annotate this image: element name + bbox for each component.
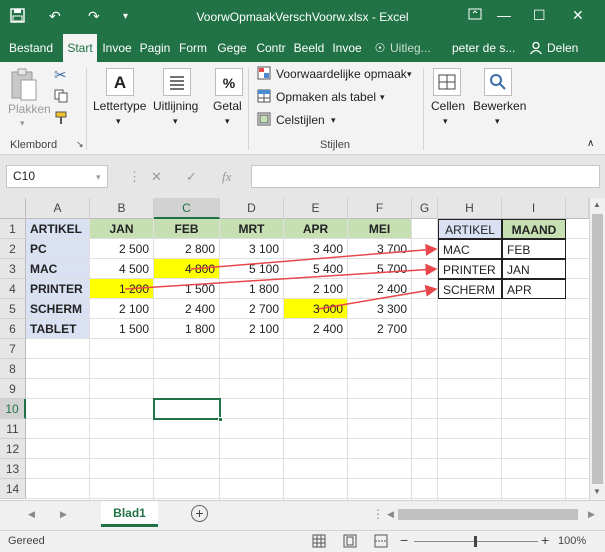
more-icon: ⋮ (372, 507, 384, 521)
worksheet-grid: A B C D E F G H I 1 2 3 4 5 6 7 8 9 10 1… (0, 198, 605, 500)
status-bar: Gereed − + 100% (0, 530, 605, 552)
alignment-button[interactable]: Uitlijning (153, 99, 198, 113)
page-layout-icon[interactable] (343, 534, 357, 551)
person-icon (528, 34, 544, 62)
cell-styles-button[interactable]: Celstijlen (276, 113, 325, 127)
user-name[interactable]: peter de s... (452, 34, 518, 62)
scroll-left-icon[interactable]: ◀ (387, 509, 394, 520)
chevron-down-icon[interactable]: ▾ (380, 92, 385, 103)
chevron-down-icon[interactable]: ▾ (331, 115, 336, 126)
status-text: Gereed (8, 535, 45, 547)
tab-bestand[interactable]: Bestand (3, 34, 59, 62)
format-painter-icon[interactable] (54, 111, 68, 128)
collapse-ribbon-icon[interactable]: ∧ (587, 138, 594, 149)
tab-controleren[interactable]: Contr (253, 34, 289, 62)
chevron-down-icon[interactable]: ▾ (20, 118, 25, 129)
horizontal-scroll-thumb[interactable] (398, 509, 578, 520)
tab-pagina-indeling[interactable]: Pagin (137, 34, 173, 62)
chevron-down-icon[interactable]: ▾ (116, 116, 121, 127)
minimize-icon[interactable]: — (497, 7, 511, 23)
ribbon-tabs: Bestand Start Invoe Pagin Form Gege Cont… (0, 34, 605, 62)
group-stijlen: Stijlen (320, 139, 350, 151)
scroll-up-icon[interactable]: ▲ (593, 200, 601, 209)
active-cell-selection[interactable] (153, 398, 223, 422)
paste-button[interactable]: Plakken (8, 102, 51, 116)
cells-button[interactable]: Cellen (431, 99, 465, 113)
chevron-down-icon[interactable]: ▾ (96, 172, 101, 183)
formula-bar-area: C10 ▾ ⋮ ✕ ✓ fx (0, 155, 605, 198)
chevron-down-icon[interactable]: ▾ (443, 116, 448, 127)
zoom-out-icon[interactable]: − (400, 532, 408, 548)
dialog-launcher-icon[interactable]: ↘ (76, 139, 84, 150)
copy-icon[interactable] (54, 89, 68, 106)
prev-sheet-icon[interactable]: ◀ (28, 509, 35, 520)
cut-icon[interactable]: ✂ (54, 66, 67, 84)
vertical-scrollbar[interactable]: ▲ ▼ (589, 198, 605, 500)
ribbon-divider (86, 68, 87, 150)
add-sheet-icon[interactable]: + (191, 505, 208, 522)
paste-icon[interactable] (10, 68, 38, 105)
trace-arrow (190, 243, 438, 270)
tab-beeld[interactable]: Beeld (291, 34, 327, 62)
formula-input[interactable] (251, 165, 600, 188)
trace-arrow (317, 284, 438, 310)
format-table-icon (257, 89, 271, 106)
zoom-level[interactable]: 100% (558, 535, 586, 547)
cell-styles-icon (257, 112, 271, 129)
scroll-thumb[interactable] (592, 214, 603, 484)
share-button[interactable]: Delen (547, 34, 587, 62)
zoom-slider-thumb[interactable] (474, 536, 477, 547)
window-title: VoorwOpmaakVerschVoorw.xlsx - Excel (196, 10, 409, 24)
tab-start[interactable]: Start (63, 34, 97, 62)
lightbulb-icon: ☉ (374, 41, 386, 55)
editing-button[interactable]: Bewerken (473, 99, 526, 113)
chevron-down-icon[interactable]: ▾ (225, 116, 230, 127)
tab-gegevens[interactable]: Gege (214, 34, 250, 62)
cancel-icon[interactable]: ✕ (151, 169, 162, 185)
restore-icon[interactable]: ☐ (533, 7, 546, 24)
trace-arrows (124, 243, 438, 310)
ribbon-divider (423, 68, 424, 150)
scroll-down-icon[interactable]: ▼ (593, 487, 601, 496)
conditional-format-icon (257, 66, 271, 83)
name-box[interactable]: C10 (6, 165, 108, 188)
more-icon: ⋮ (128, 169, 141, 184)
number-button[interactable]: Getal (213, 99, 242, 113)
align-icon[interactable] (163, 68, 191, 96)
scroll-right-icon[interactable]: ▶ (588, 509, 595, 520)
page-break-icon[interactable] (374, 534, 388, 551)
ribbon-display-icon[interactable] (468, 7, 482, 24)
format-as-table-button[interactable]: Opmaken als tabel (276, 90, 376, 104)
chevron-down-icon[interactable]: ▾ (173, 116, 178, 127)
conditional-formatting-button[interactable]: Voorwaardelijke opmaak (276, 67, 407, 81)
tab-formules[interactable]: Form (175, 34, 211, 62)
percent-icon[interactable]: % (215, 68, 243, 96)
chevron-down-icon[interactable]: ▾ (407, 69, 412, 80)
cells-icon[interactable] (433, 68, 461, 96)
sheet-tab-bar: ◀ ▶ Blad1 + ⋮ ◀ ▶ (0, 500, 605, 530)
next-sheet-icon[interactable]: ▶ (60, 509, 67, 520)
title-bar: ↶ ↷ ▾ VoorwOpmaakVerschVoorw.xlsx - Exce… (0, 0, 605, 34)
ribbon: Plakken ▾ ✂ Klembord ↘ A Lettertype ▾ Ui… (0, 62, 605, 155)
tab-invoegen[interactable]: Invoe (100, 34, 134, 62)
ribbon-divider (248, 68, 249, 150)
trace-arrow (124, 263, 438, 290)
chevron-down-icon[interactable]: ▾ (495, 116, 500, 127)
close-icon[interactable]: ✕ (572, 7, 584, 24)
font-button[interactable]: Lettertype (93, 99, 146, 113)
group-klembord: Klembord (10, 139, 58, 151)
zoom-in-icon[interactable]: + (541, 532, 549, 548)
search-icon[interactable] (484, 68, 512, 96)
confirm-icon[interactable]: ✓ (186, 169, 197, 185)
zoom-slider[interactable] (414, 536, 538, 547)
sheet-tab-blad1[interactable]: Blad1 (101, 501, 158, 527)
font-icon[interactable]: A (106, 68, 134, 96)
normal-view-icon[interactable] (312, 534, 326, 551)
fill-handle[interactable] (218, 417, 223, 422)
tell-me-box[interactable]: Uitleg... (390, 34, 448, 62)
tab-invoegtoepassingen[interactable]: Invoe (329, 34, 365, 62)
insert-function-button[interactable]: fx (222, 169, 231, 185)
